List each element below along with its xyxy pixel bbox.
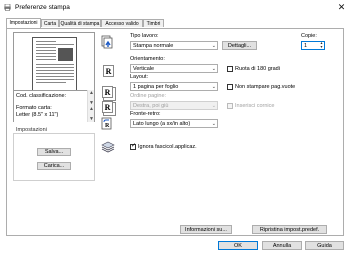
- tab-qualita-stampa[interactable]: Qualità di stampa: [59, 19, 101, 27]
- restore-defaults-button[interactable]: Ripristina impost.predef.: [252, 225, 327, 234]
- paper-stack-icon: [101, 141, 115, 153]
- chevron-down-icon: ⌄: [211, 43, 216, 49]
- info-scrollbar[interactable]: ▲ ▼ ▲ ▼: [87, 90, 94, 122]
- copies-label: Copie:: [301, 33, 317, 39]
- duplex-label: Fronte-retro:: [130, 111, 161, 117]
- settings-group-title: Impostazioni: [15, 127, 48, 133]
- spin-arrows-icon[interactable]: ▲ ▼: [319, 41, 324, 49]
- copies-stepper[interactable]: 1 ▲ ▼: [301, 41, 325, 50]
- cancel-button[interactable]: Annulla: [262, 241, 302, 250]
- skip-blank-pages-label: Non stampare pag.vuote: [235, 84, 296, 90]
- chevron-down-icon: ⌄: [211, 66, 216, 72]
- svg-text:R: R: [105, 123, 110, 129]
- ignore-collation-checkbox[interactable]: [130, 143, 136, 150]
- info-line: Cod. classificazione:: [16, 93, 67, 99]
- duplex-icon: R: [101, 117, 112, 130]
- close-icon[interactable]: ✕: [336, 2, 347, 13]
- ignore-collation-label: Ignora fascicol.applicaz.: [138, 144, 197, 150]
- save-button[interactable]: Salva...: [37, 148, 71, 156]
- details-button[interactable]: Dettagli...: [222, 41, 257, 50]
- page-order-label: Ordine pagine:: [130, 93, 167, 99]
- job-type-value: Stampa normale: [133, 43, 174, 49]
- page-order-select[interactable]: Destra, poi giù ⌄: [130, 101, 218, 110]
- job-type-label: Tipo lavoro:: [130, 33, 159, 39]
- title-bar: Preferenze stampa ✕: [0, 0, 350, 16]
- layout-icon: R: [102, 86, 113, 98]
- orientation-label: Orientamento:: [130, 56, 165, 62]
- chevron-down-icon: ⌄: [211, 121, 216, 127]
- layout-select[interactable]: 1 pagina per foglio ⌄: [130, 82, 218, 91]
- ok-button[interactable]: OK: [218, 241, 258, 250]
- chevron-down-icon: ⌄: [211, 103, 216, 109]
- info-line: Letter (8.5" x 11"): [16, 112, 59, 118]
- layout-label: Layout:: [130, 74, 149, 80]
- tab-impostazioni[interactable]: Impostazioni: [6, 18, 41, 28]
- page-order-icon: R: [102, 101, 113, 113]
- rotate-180-label: Ruota di 180 gradi: [235, 66, 280, 72]
- tab-timbri[interactable]: Timbri: [143, 19, 164, 27]
- chevron-down-icon: ⌄: [211, 84, 216, 90]
- copies-value: 1: [304, 43, 308, 49]
- tab-carta[interactable]: Carta: [41, 19, 59, 27]
- draw-border-checkbox[interactable]: [227, 103, 233, 109]
- orientation-value: Verticale: [133, 66, 155, 72]
- info-line: Formato carta:: [16, 105, 52, 111]
- print-preferences-window: Preferenze stampa ✕ Impostazioni Carta Q…: [0, 0, 350, 255]
- rotate-180-checkbox[interactable]: [227, 66, 233, 72]
- tab-strip: Impostazioni Carta Qualità di stampa Acc…: [6, 18, 344, 28]
- help-button[interactable]: Guida: [305, 241, 344, 250]
- print-info-list: Cod. classificazione: Formato carta: Let…: [14, 90, 94, 123]
- settings-group: [13, 133, 95, 181]
- job-type-icon: [101, 35, 113, 49]
- orientation-select[interactable]: Verticale ⌄: [130, 64, 218, 73]
- page-order-value: Destra, poi giù: [133, 103, 169, 109]
- scroll-down-icon[interactable]: ▼: [88, 116, 95, 122]
- tab-accesso-valido[interactable]: Accesso valido: [101, 19, 143, 27]
- duplex-select[interactable]: Lato lungo (a sx/in alto) ⌄: [130, 119, 218, 128]
- page-preview: Cod. classificazione: Formato carta: Let…: [13, 32, 95, 123]
- draw-border-label: Inserisci cornice: [235, 103, 275, 109]
- about-button[interactable]: Informazioni su...: [180, 225, 232, 234]
- duplex-value: Lato lungo (a sx/in alto): [133, 121, 191, 127]
- scroll-up-icon[interactable]: ▲: [88, 106, 95, 112]
- scroll-up-icon[interactable]: ▲: [88, 90, 95, 96]
- orientation-portrait-icon: R: [103, 65, 114, 77]
- printer-icon: [4, 4, 11, 11]
- job-type-select[interactable]: Stampa normale ⌄: [130, 41, 218, 50]
- load-button[interactable]: Carica...: [37, 162, 71, 170]
- window-title: Preferenze stampa: [15, 4, 70, 11]
- layout-value: 1 pagina per foglio: [133, 84, 179, 90]
- page-thumbnail: [32, 37, 77, 91]
- skip-blank-pages-checkbox[interactable]: [227, 84, 233, 90]
